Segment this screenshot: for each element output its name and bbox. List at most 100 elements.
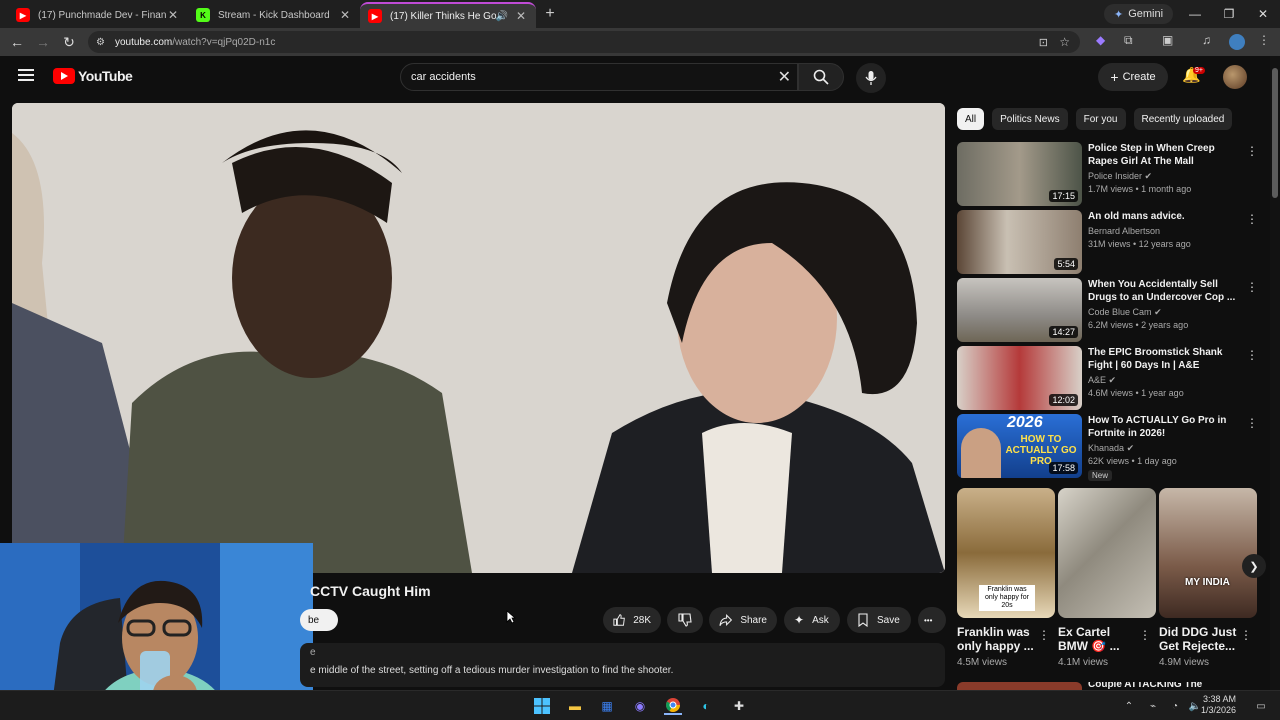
recommendation-title[interactable]: How To ACTUALLY Go Pro in Fortnite in 20…	[1088, 414, 1236, 440]
recommendation-item[interactable]: 12:02 The EPIC Broomstick Shank Fight | …	[957, 346, 1258, 410]
recommendation-item[interactable]: 2026 HOW TO ACTUALLY GO PRO 17:58 How To…	[957, 414, 1258, 481]
more-options-icon[interactable]: ⋮	[1246, 348, 1258, 362]
video-thumbnail[interactable]: 17:15	[957, 142, 1082, 206]
speaker-icon[interactable]: 🔊	[496, 11, 508, 22]
back-icon[interactable]: ←	[4, 34, 30, 50]
chip-politics-news[interactable]: Politics News	[992, 108, 1068, 130]
more-options-icon[interactable]: ⋮	[1246, 144, 1258, 158]
browser-tab-2[interactable]: K Stream - Kick Dashboard ✕	[188, 2, 360, 28]
extensions-puzzle-icon[interactable]: ⧉	[1124, 33, 1133, 48]
like-button[interactable]: 28K	[603, 607, 661, 633]
short-title[interactable]: Franklin was only happy ...	[957, 625, 1037, 653]
more-options-icon[interactable]: ⋮	[1246, 416, 1258, 430]
tab-close-icon[interactable]: ✕	[514, 9, 528, 23]
video-thumbnail[interactable]: 12:02	[957, 346, 1082, 410]
install-icon[interactable]: ⊡	[1039, 36, 1048, 49]
discord-icon[interactable]: ◉	[631, 697, 649, 715]
search-input[interactable]: car accidents ✕	[400, 63, 798, 91]
new-tab-button[interactable]: +	[536, 5, 564, 23]
reload-icon[interactable]: ↻	[56, 34, 82, 51]
more-options-icon[interactable]: ⋮	[1038, 628, 1050, 642]
split-view-icon[interactable]: ▣	[1162, 33, 1173, 47]
short-title[interactable]: Ex Cartel BMW 🎯 ...	[1058, 625, 1138, 653]
more-actions-button[interactable]: •••	[918, 607, 946, 633]
video-description[interactable]: e e middle of the street, setting off a …	[300, 643, 945, 687]
youtube-play-icon	[53, 68, 75, 84]
video-thumbnail[interactable]: 2026 HOW TO ACTUALLY GO PRO 17:58	[957, 414, 1082, 478]
network-icon[interactable]: ⌁	[1144, 697, 1162, 715]
recommendation-title[interactable]: The EPIC Broomstick Shank Fight | 60 Day…	[1088, 346, 1236, 372]
browser-tab-1[interactable]: ▶ (17) Punchmade Dev - Financial ✕	[8, 2, 188, 28]
notification-center-icon[interactable]: ▭	[1252, 697, 1270, 715]
ask-button[interactable]: ✦ Ask	[784, 607, 840, 633]
video-title: CCTV Caught Him	[310, 583, 431, 599]
next-recommendation-peek[interactable]: Couple ATTACKING The	[957, 682, 1257, 690]
forward-icon[interactable]: →	[30, 34, 56, 50]
store-icon[interactable]: ▦	[598, 697, 616, 715]
extension-icon[interactable]: ◆	[1096, 33, 1105, 47]
profile-avatar-icon[interactable]	[1229, 34, 1245, 50]
start-button-icon[interactable]	[533, 697, 551, 715]
tray-chevron-icon[interactable]: ⌃	[1120, 697, 1138, 715]
browser-menu-icon[interactable]: ⋮	[1258, 33, 1270, 47]
channel-name[interactable]: Bernard Albertson	[1088, 226, 1160, 236]
maximize-button[interactable]: ❐	[1212, 0, 1246, 28]
site-info-icon[interactable]: ⚙	[96, 37, 105, 48]
system-clock[interactable]: 3:38 AM 1/3/2026	[1201, 694, 1236, 716]
voice-search-button[interactable]	[856, 63, 886, 93]
short-title[interactable]: Did DDG Just Get Rejecte...	[1159, 625, 1239, 653]
close-window-button[interactable]: ✕	[1246, 0, 1280, 28]
tab-close-icon[interactable]: ✕	[166, 8, 180, 22]
more-options-icon[interactable]: ⋮	[1139, 628, 1151, 642]
subscribe-button[interactable]: be	[300, 609, 338, 631]
dislike-button[interactable]	[667, 607, 703, 633]
file-explorer-icon[interactable]: ▬	[566, 697, 584, 715]
share-button[interactable]: Share	[709, 607, 777, 633]
minimize-button[interactable]: —	[1178, 0, 1212, 28]
more-options-icon[interactable]: ⋮	[1246, 280, 1258, 294]
recommendation-item[interactable]: 5:54 An old mans advice. Bernard Alberts…	[957, 210, 1258, 274]
edge-icon[interactable]: ◐	[697, 697, 715, 715]
search-button[interactable]	[798, 63, 844, 91]
recommendation-item[interactable]: 14:27 When You Accidentally Sell Drugs t…	[957, 278, 1258, 342]
short-thumbnail[interactable]	[1058, 488, 1156, 618]
tab-close-icon[interactable]: ✕	[338, 8, 352, 22]
video-thumbnail[interactable]: 5:54	[957, 210, 1082, 274]
youtube-logo[interactable]: YouTube	[53, 68, 133, 84]
gemini-button[interactable]: ✦ Gemini	[1104, 4, 1174, 24]
clear-search-icon[interactable]: ✕	[778, 67, 791, 87]
channel-name[interactable]: Police Insider ✔	[1088, 171, 1152, 182]
media-control-icon[interactable]: ♫	[1202, 33, 1211, 47]
scrollbar-thumb[interactable]	[1272, 68, 1278, 198]
recommendation-title[interactable]: Police Step in When Creep Rapes Girl At …	[1088, 142, 1236, 168]
browser-tab-3-active[interactable]: ▶ (17) Killer Thinks He Got Aw 🔊 ✕	[360, 2, 536, 28]
recommendation-title[interactable]: When You Accidentally Sell Drugs to an U…	[1088, 278, 1236, 304]
page-scrollbar[interactable]	[1270, 56, 1280, 690]
chip-recently-uploaded[interactable]: Recently uploaded	[1133, 108, 1233, 130]
youtube-favicon-icon: ▶	[16, 8, 30, 22]
bookmark-star-icon[interactable]: ☆	[1059, 35, 1070, 49]
create-button[interactable]: + Create	[1098, 63, 1168, 91]
video-meta: 6.2M views • 2 years ago	[1088, 320, 1189, 330]
recommendation-item[interactable]: 17:15 Police Step in When Creep Rapes Gi…	[957, 142, 1258, 206]
channel-name[interactable]: Khanada ✔	[1088, 443, 1134, 454]
shorts-next-button[interactable]: ❯	[1242, 554, 1266, 578]
channel-name[interactable]: A&E ✔	[1088, 375, 1116, 386]
recommendation-title[interactable]: An old mans advice.	[1088, 210, 1236, 223]
chip-all[interactable]: All	[957, 108, 985, 130]
hamburger-menu-icon[interactable]	[18, 69, 34, 81]
address-bar[interactable]: ⚙ youtube.com/watch?v=qjPq02D-n1c ⊡ ☆	[88, 31, 1080, 53]
video-thumbnail[interactable]: 14:27	[957, 278, 1082, 342]
more-options-icon[interactable]: ⋮	[1246, 212, 1258, 226]
chrome-icon[interactable]	[664, 697, 682, 715]
account-avatar[interactable]	[1223, 65, 1247, 89]
chip-for-you[interactable]: For you	[1075, 108, 1126, 130]
short-thumbnail[interactable]: Franklin was only happy for 20s	[957, 488, 1055, 618]
app-icon[interactable]: ✚	[730, 697, 748, 715]
short-thumbnail[interactable]: MY INDIA	[1159, 488, 1257, 618]
more-options-icon[interactable]: ⋮	[1240, 628, 1252, 642]
save-button[interactable]: Save	[847, 607, 911, 633]
video-player[interactable]	[12, 103, 945, 573]
channel-name[interactable]: Code Blue Cam ✔	[1088, 307, 1162, 318]
wifi-icon[interactable]: ◔	[1166, 697, 1184, 715]
